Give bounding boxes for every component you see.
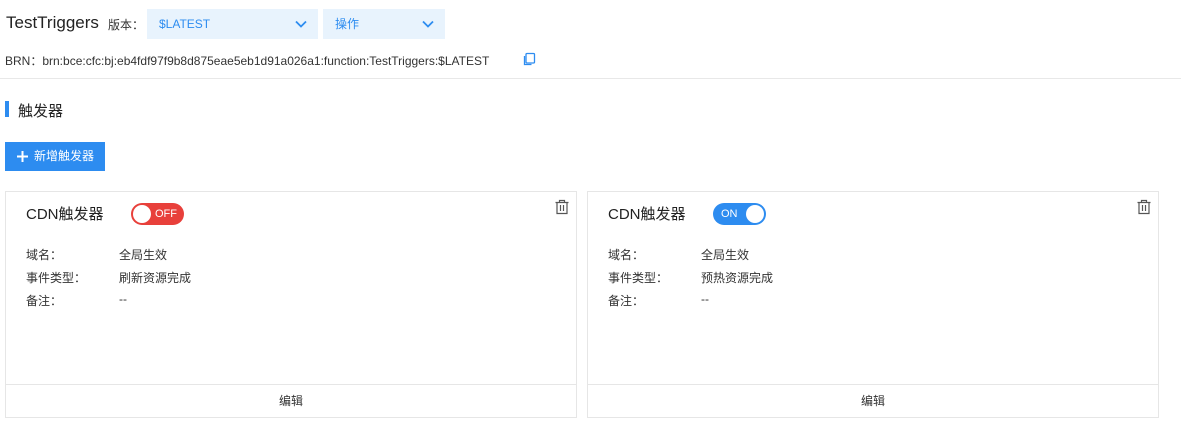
trigger-toggle[interactable]: ON xyxy=(713,203,766,225)
field-key: 域名： xyxy=(608,248,645,262)
toggle-knob xyxy=(133,205,151,223)
version-label: 版本： xyxy=(108,18,145,32)
plus-icon xyxy=(17,151,28,162)
field-value: -- xyxy=(119,292,127,306)
section-title: 触发器 xyxy=(18,103,64,120)
add-trigger-button[interactable]: 新增触发器 xyxy=(5,142,105,171)
field-key: 备注： xyxy=(608,294,645,308)
field-key: 事件类型： xyxy=(608,271,669,285)
field-value: -- xyxy=(701,292,709,306)
toggle-label: OFF xyxy=(155,208,177,220)
field-value: 预热资源完成 xyxy=(701,271,774,285)
chevron-down-icon xyxy=(422,20,434,28)
trigger-title: CDN触发器 xyxy=(608,206,686,223)
trigger-card: CDN触发器 OFF 域名： 全局生效 事件类型： 刷新资源完成 备注： -- … xyxy=(5,191,577,418)
function-name: TestTriggers xyxy=(6,13,99,32)
field-key: 域名： xyxy=(26,248,63,262)
field-value: 全局生效 xyxy=(701,248,750,262)
operation-select-value: 操作 xyxy=(335,17,360,31)
section-marker xyxy=(5,101,9,117)
trigger-toggle[interactable]: OFF xyxy=(131,203,184,225)
operation-select[interactable]: 操作 xyxy=(323,9,445,39)
toggle-knob xyxy=(746,205,764,223)
trigger-card: CDN触发器 ON 域名： 全局生效 事件类型： 预热资源完成 备注： -- 编… xyxy=(587,191,1159,418)
toggle-label: ON xyxy=(721,208,738,220)
trigger-title: CDN触发器 xyxy=(26,206,104,223)
add-trigger-label: 新增触发器 xyxy=(34,149,95,163)
field-value: 刷新资源完成 xyxy=(119,271,192,285)
field-value: 全局生效 xyxy=(119,248,168,262)
trash-icon[interactable] xyxy=(1136,199,1152,215)
edit-button[interactable]: 编辑 xyxy=(588,384,1158,417)
brn-text: BRN：brn:bce:cfc:bj:eb4fdf97f9b8d875eae5e… xyxy=(5,54,490,68)
version-select-value: $LATEST xyxy=(159,17,211,31)
field-key: 事件类型： xyxy=(26,271,87,285)
edit-button[interactable]: 编辑 xyxy=(6,384,576,417)
function-header: TestTriggers 版本： $LATEST 操作 BRN：brn:bce:… xyxy=(0,0,1181,79)
field-key: 备注： xyxy=(26,294,63,308)
chevron-down-icon xyxy=(295,20,307,28)
version-select[interactable]: $LATEST xyxy=(147,9,318,39)
trash-icon[interactable] xyxy=(554,199,570,215)
copy-icon[interactable] xyxy=(522,52,536,66)
